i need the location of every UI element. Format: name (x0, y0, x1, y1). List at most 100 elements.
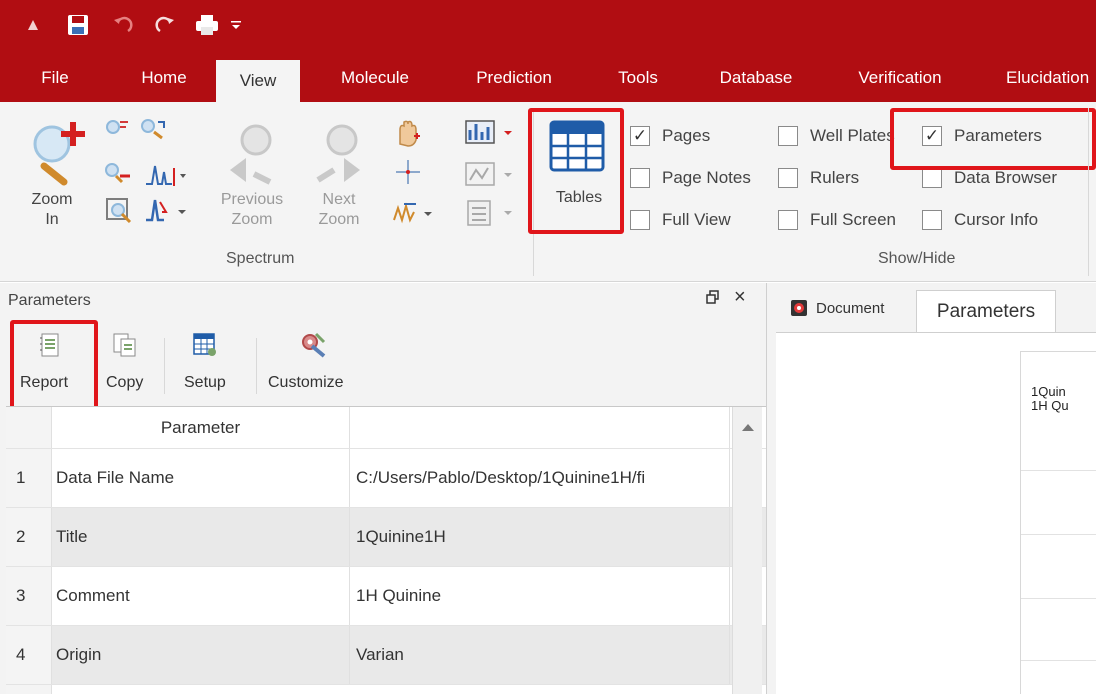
data-browser-label: Data Browser (954, 168, 1057, 187)
zoom-region-icon[interactable] (104, 118, 132, 142)
document-icon (790, 299, 808, 317)
report-highlight-frame (10, 320, 98, 410)
tab-parameters[interactable]: Parameters (916, 290, 1056, 332)
page-notes-label: Page Notes (662, 168, 751, 187)
tab-tools[interactable]: Tools (596, 54, 680, 102)
page-notes-checkbox[interactable] (630, 168, 650, 188)
check-mark-icon: ✓ (632, 126, 648, 145)
tab-home[interactable]: Home (120, 54, 208, 102)
tab-document[interactable]: Document (790, 286, 920, 330)
panel-title: Parameters (8, 292, 91, 309)
full-view-checkbox[interactable] (630, 210, 650, 230)
float-window-icon[interactable] (706, 290, 720, 308)
preview-divider (1021, 534, 1096, 535)
tab-molecule[interactable]: Molecule (318, 54, 432, 102)
row-number: 4 (6, 626, 52, 684)
next-zoom-label: Next Zoom (318, 191, 360, 228)
parameters-highlight-frame (890, 108, 1096, 170)
previous-zoom-button[interactable]: Previous Zoom (206, 112, 298, 242)
parameter-name: Origin (52, 626, 350, 684)
row-number: 3 (6, 567, 52, 625)
tab-database[interactable]: Database (700, 54, 812, 102)
grid-scrollbar[interactable] (732, 407, 762, 694)
table-row (6, 685, 766, 694)
title-bar (0, 0, 1096, 54)
ribbon-tabs: File Home View Molecule Prediction Tools… (0, 54, 1096, 102)
well-plates-label: Well Plates (810, 126, 895, 145)
copy-icon (113, 333, 136, 357)
table-row[interactable]: 1 Data File Name C:/Users/Pablo/Desktop/… (6, 449, 766, 508)
print-icon[interactable] (190, 10, 224, 40)
previous-zoom-label: Previous Zoom (220, 191, 284, 228)
zoom-in-button[interactable]: Zoom In (20, 112, 100, 232)
zoom-box-icon[interactable] (104, 196, 134, 224)
spectrum-group-label: Spectrum (226, 250, 295, 267)
tab-file[interactable]: File (26, 54, 84, 102)
undo-icon[interactable] (108, 10, 138, 40)
table-row[interactable]: 2 Title 1Quinine1H (6, 508, 766, 567)
show-hide-group-label: Show/Hide (878, 250, 956, 267)
setup-button[interactable]: Setup (176, 328, 246, 402)
full-screen-checkbox[interactable] (778, 210, 798, 230)
preview-divider (1021, 660, 1096, 661)
toolbar-separator (164, 338, 165, 394)
data-browser-checkbox[interactable] (922, 168, 942, 188)
cursor-info-checkbox[interactable] (922, 210, 942, 230)
preview-line: 1Quin (1031, 384, 1066, 399)
parameter-value: 1Quinine1H (350, 508, 730, 566)
close-panel-icon[interactable]: × (734, 286, 746, 309)
ribbon-separator (1088, 108, 1089, 276)
row-number (6, 685, 52, 694)
multiplet-tool-icon[interactable] (392, 198, 438, 226)
cursor-info-label: Cursor Info (954, 210, 1039, 229)
zoom-in-label: Zoom In (31, 191, 73, 228)
full-screen-label: Full Screen (810, 210, 896, 229)
save-icon[interactable] (62, 10, 94, 40)
page-preview: 1Quin 1H Qu (1020, 351, 1096, 694)
parameter-column-header[interactable]: Parameter (52, 407, 350, 448)
tab-elucidation[interactable]: Elucidation (992, 54, 1096, 102)
zoom-peaks-icon[interactable] (140, 118, 168, 142)
customize-quick-access-icon[interactable] (228, 10, 244, 40)
next-zoom-button[interactable]: Next Zoom (302, 112, 376, 242)
customize-icon (302, 332, 326, 358)
customize-button[interactable]: Customize (268, 328, 368, 402)
tab-view[interactable]: View (216, 60, 300, 102)
peak-tool-icon[interactable] (144, 160, 190, 188)
rulers-label: Rulers (810, 168, 860, 187)
zoom-in-icon (33, 122, 85, 186)
previous-zoom-icon (230, 124, 272, 185)
redo-icon[interactable] (150, 10, 180, 40)
parameter-name: Comment (52, 567, 350, 625)
setup-icon (193, 333, 216, 356)
crosshair-icon[interactable] (394, 158, 422, 186)
preview-divider (1021, 598, 1096, 599)
tab-verification[interactable]: Verification (832, 54, 968, 102)
tab-prediction[interactable]: Prediction (452, 54, 576, 102)
zoom-out-icon[interactable] (104, 160, 140, 184)
rulers-checkbox[interactable] (778, 168, 798, 188)
row-number: 1 (6, 449, 52, 507)
preview-line: 1H Qu (1031, 398, 1069, 413)
scroll-up-icon[interactable] (741, 419, 755, 437)
toolbar-separator (256, 338, 257, 394)
integration-tool-icon[interactable] (144, 196, 190, 224)
document-canvas: 1Quin 1H Qu (776, 332, 1096, 694)
layout-tool-icon[interactable] (464, 118, 522, 148)
copy-button[interactable]: Copy (104, 328, 154, 402)
stack-tool-icon[interactable] (464, 198, 522, 228)
pan-tool-icon[interactable] (392, 118, 424, 148)
value-column-header[interactable] (350, 407, 730, 448)
table-row[interactable]: 3 Comment 1H Quinine (6, 567, 766, 626)
row-number-header (6, 407, 52, 448)
well-plates-checkbox[interactable] (778, 126, 798, 146)
customize-label: Customize (268, 374, 344, 391)
grid-header-row: Parameter (6, 407, 766, 449)
tables-highlight-frame (528, 108, 624, 234)
table-row[interactable]: 4 Origin Varian (6, 626, 766, 685)
overlay-tool-icon[interactable] (464, 160, 522, 190)
row-number: 2 (6, 508, 52, 566)
parameter-name: Title (52, 508, 350, 566)
copy-label: Copy (106, 374, 144, 391)
pages-checkbox[interactable]: ✓ (630, 126, 650, 146)
